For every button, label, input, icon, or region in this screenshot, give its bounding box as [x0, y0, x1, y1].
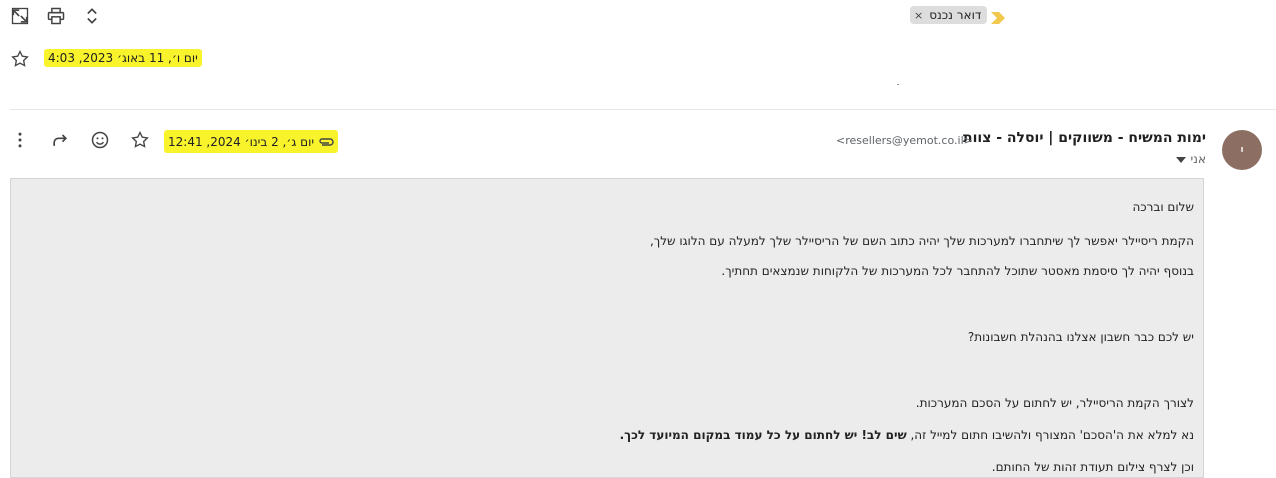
- body-text: נא למלא את ה'הסכם' המצורף ולהשיבו חתום ל…: [906, 428, 1194, 442]
- body-paragraph: בנוסף יהיה לך סיסמת מאסטר שתוכל להתחבר ל…: [721, 264, 1194, 278]
- recipient-line[interactable]: אני: [1176, 152, 1206, 166]
- body-bold-text: שים לב! יש לחתום על כל עמוד במקום המיועד…: [619, 428, 907, 442]
- first-message-date: יום ו׳, 11 באוג׳ 2023, 4:03: [44, 49, 202, 67]
- body-paragraph-with-bold: נא למלא את ה'הסכם' המצורף ולהשיבו חתום ל…: [620, 428, 1194, 442]
- star-icon[interactable]: [8, 47, 32, 71]
- important-marker-icon[interactable]: [991, 9, 1005, 28]
- more-options-icon[interactable]: [8, 128, 32, 152]
- expand-collapse-icon[interactable]: [80, 4, 104, 28]
- body-paragraph: שלום וברכה: [1132, 200, 1194, 214]
- print-icon[interactable]: [44, 4, 68, 28]
- star-icon[interactable]: [128, 128, 152, 152]
- recipient-label: אני: [1190, 152, 1206, 166]
- body-paragraph: וכן לצרף צילום תעודת זהות של החותם.: [991, 460, 1194, 474]
- open-in-new-window-icon[interactable]: [8, 4, 32, 28]
- forward-icon[interactable]: [48, 128, 72, 152]
- body-paragraph: הקמת ריסיילר יאפשר לך שיתחברו למערכות של…: [649, 234, 1194, 248]
- remove-label-icon[interactable]: ×: [914, 9, 923, 22]
- body-paragraph: יש לכם כבר חשבון אצלנו בהנהלת חשבונות?: [967, 330, 1194, 344]
- label-chip-inbox[interactable]: דואר נכנס ×: [910, 6, 988, 24]
- body-paragraph: לצורך הקמת הריסיילר, יש לחתום על הסכם המ…: [915, 396, 1194, 410]
- divider-dot: [897, 84, 899, 85]
- message-date: יום ג׳, 2 בינו׳ 2024, 12:41: [168, 134, 315, 149]
- emoji-reaction-icon[interactable]: [88, 128, 112, 152]
- message-date-highlight: יום ג׳, 2 בינו׳ 2024, 12:41: [164, 130, 339, 153]
- attachment-icon: [318, 132, 334, 151]
- label-name: דואר נכנס: [929, 8, 982, 22]
- chevron-down-icon[interactable]: [1176, 152, 1187, 166]
- avatar[interactable]: י: [1222, 130, 1262, 170]
- sender-email: <resellers@yemot.co.il>: [836, 134, 973, 147]
- message-divider: [10, 109, 1276, 110]
- sender-name: ימות המשיח - משווקים | יוסלה - צוות: [963, 130, 1206, 146]
